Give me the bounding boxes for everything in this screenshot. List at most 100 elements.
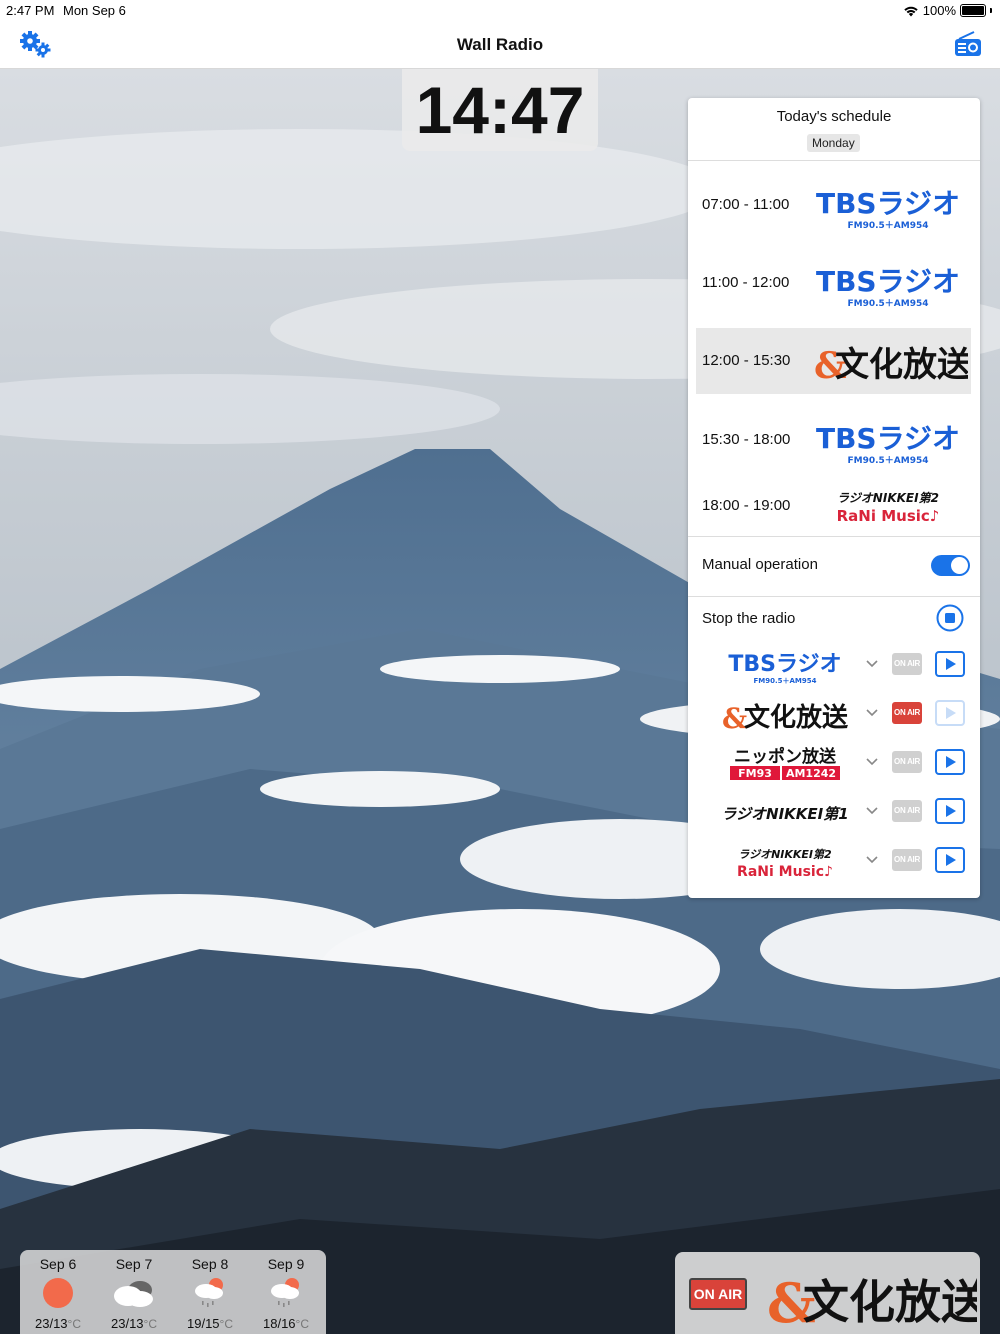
- schedule-slot-active[interactable]: 12:00 - 15:30 & 文化放送: [696, 328, 971, 394]
- on-air-indicator: ON AIR: [892, 800, 922, 822]
- divider: [688, 596, 980, 597]
- schedule-day-badge: Monday: [807, 134, 860, 152]
- toggle-knob: [951, 557, 968, 574]
- svg-text:RaNi Music♪: RaNi Music♪: [837, 507, 940, 525]
- stop-radio-label: Stop the radio: [702, 610, 796, 627]
- schedule-panel: Today's schedule Monday 07:00 - 11:00 TB…: [688, 98, 980, 898]
- tbs-radio-logo: TBSラジオ FM90.5＋AM954: [816, 187, 960, 231]
- weather-date: Sep 9: [267, 1256, 305, 1272]
- schedule-slot[interactable]: 15:30 - 18:00 TBSラジオ FM90.5＋AM954: [696, 407, 971, 473]
- weather-day: Sep 8 19/15°C: [172, 1250, 248, 1334]
- weather-forecast: Sep 6 23/13°C Sep 7 23/13°C Sep 8 19/15°…: [20, 1250, 326, 1334]
- weather-day: Sep 6 23/13°C: [20, 1250, 96, 1334]
- navigation-bar: Wall Radio: [0, 20, 1000, 69]
- station-row-nippon: ニッポン放送 FM93 AM1242 ON AIR: [688, 740, 980, 788]
- on-air-indicator: ON AIR: [892, 849, 922, 871]
- manual-operation-label: Manual operation: [702, 556, 818, 573]
- radio-nikkei-2-logo: ラジオNIKKEI第2 RaNi Music♪: [837, 491, 940, 525]
- wifi-icon: [904, 6, 918, 16]
- station-row-tbs: TBSラジオ FM90.5＋AM954 ON AIR: [688, 642, 980, 690]
- divider: [688, 536, 980, 537]
- svg-text:TBSラジオ: TBSラジオ: [816, 422, 960, 455]
- svg-text:FM90.5＋AM954: FM90.5＋AM954: [847, 220, 928, 231]
- svg-text:文化放送: 文化放送: [803, 1275, 977, 1329]
- chevron-down-icon[interactable]: [866, 756, 878, 766]
- svg-text:RaNi Music♪: RaNi Music♪: [737, 864, 833, 880]
- schedule-slot[interactable]: 07:00 - 11:00 TBSラジオ FM90.5＋AM954: [696, 172, 971, 238]
- svg-text:文化放送: 文化放送: [835, 345, 968, 385]
- svg-text:TBSラジオ: TBSラジオ: [816, 265, 960, 298]
- tbs-radio-logo: TBSラジオ FM90.5＋AM954: [816, 265, 960, 309]
- play-icon-disabled: [935, 700, 965, 726]
- chevron-down-icon[interactable]: [866, 707, 878, 717]
- svg-text:ラジオNIKKEI第2: ラジオNIKKEI第2: [738, 848, 832, 861]
- battery-percent: 100%: [922, 3, 956, 18]
- slot-time: 18:00 - 19:00: [702, 497, 791, 514]
- schedule-title: Today's schedule: [776, 108, 892, 125]
- now-playing-banner[interactable]: ON AIR & 文化放送: [675, 1252, 980, 1334]
- slot-time: 12:00 - 15:30: [702, 352, 791, 369]
- weather-day: Sep 9 18/16°C: [248, 1250, 324, 1334]
- station-row-nikkei-2: ラジオNIKKEI第2 RaNi Music♪ ON AIR: [688, 838, 980, 886]
- slot-time: 15:30 - 18:00: [702, 431, 791, 448]
- station-row-bunka: & 文化放送 ON AIR: [688, 691, 980, 739]
- weather-date: Sep 8: [191, 1256, 229, 1272]
- svg-text:ラジオNIKKEI第2: ラジオNIKKEI第2: [837, 491, 939, 505]
- status-time: 2:47 PM: [6, 3, 55, 18]
- chevron-down-icon[interactable]: [866, 854, 878, 864]
- weather-temp: 19/15°C: [186, 1316, 234, 1331]
- weather-temp: 18/16°C: [262, 1316, 310, 1331]
- on-air-indicator: ON AIR: [892, 751, 922, 773]
- svg-text:ラジオNIKKEI第1: ラジオNIKKEI第1: [721, 805, 848, 823]
- svg-text:FM90.5＋AM954: FM90.5＋AM954: [847, 298, 928, 309]
- weather-date: Sep 7: [115, 1256, 153, 1272]
- tbs-radio-logo: TBSラジオ FM90.5＋AM954: [816, 422, 960, 466]
- status-right: 100%: [903, 3, 992, 18]
- weather-temp: 23/13°C: [34, 1316, 82, 1331]
- battery-icon: [960, 4, 986, 17]
- slot-time: 07:00 - 11:00: [702, 196, 790, 213]
- slot-time: 11:00 - 12:00: [702, 274, 790, 291]
- bunka-housou-logo: & 文化放送: [722, 702, 848, 735]
- chevron-down-icon[interactable]: [866, 658, 878, 668]
- clock-display: 14:47: [402, 69, 598, 151]
- battery-nub: [990, 8, 992, 13]
- rain-sun-icon: [271, 1278, 299, 1307]
- schedule-header: Today's schedule Monday: [688, 98, 980, 161]
- bunka-housou-logo: & 文化放送: [767, 1271, 977, 1330]
- svg-text:文化放送: 文化放送: [744, 702, 848, 733]
- play-icon[interactable]: [935, 651, 965, 677]
- svg-text:AM1242: AM1242: [786, 767, 836, 780]
- schedule-slot[interactable]: 18:00 - 19:00 ラジオNIKKEI第2 RaNi Music♪: [696, 478, 971, 534]
- status-date: Mon Sep 6: [63, 3, 126, 18]
- status-bar: 2:47 PM Mon Sep 6 100%: [0, 0, 1000, 20]
- on-air-indicator: ON AIR: [892, 653, 922, 675]
- sun-icon: [43, 1278, 73, 1308]
- weather-temp: 23/13°C: [110, 1316, 158, 1331]
- svg-text:TBSラジオ: TBSラジオ: [816, 187, 960, 220]
- weather-day: Sep 7 23/13°C: [96, 1250, 172, 1334]
- manual-operation-toggle[interactable]: [931, 555, 970, 576]
- app-title: Wall Radio: [456, 35, 544, 54]
- on-air-badge: ON AIR: [689, 1278, 747, 1310]
- play-icon[interactable]: [935, 847, 965, 873]
- svg-text:TBSラジオ: TBSラジオ: [728, 652, 841, 677]
- radio-icon[interactable]: [954, 31, 982, 57]
- svg-text:FM90.5＋AM954: FM90.5＋AM954: [753, 677, 816, 685]
- play-icon[interactable]: [935, 798, 965, 824]
- nippon-housou-logo: ニッポン放送 FM93 AM1242: [730, 746, 840, 780]
- station-row-nikkei-1: ラジオNIKKEI第1 ON AIR: [688, 789, 980, 837]
- play-icon[interactable]: [935, 749, 965, 775]
- weather-date: Sep 6: [39, 1256, 77, 1272]
- on-air-indicator-active: ON AIR: [892, 702, 922, 724]
- radio-nikkei-1-logo: ラジオNIKKEI第1: [721, 805, 848, 823]
- radio-nikkei-2-logo: ラジオNIKKEI第2 RaNi Music♪: [737, 848, 833, 880]
- chevron-down-icon[interactable]: [866, 805, 878, 815]
- schedule-slot[interactable]: 11:00 - 12:00 TBSラジオ FM90.5＋AM954: [696, 250, 971, 316]
- tbs-radio-logo: TBSラジオ FM90.5＋AM954: [728, 652, 841, 685]
- stop-icon[interactable]: [936, 604, 964, 632]
- rain-sun-icon: [195, 1278, 223, 1307]
- svg-text:FM90.5＋AM954: FM90.5＋AM954: [847, 455, 928, 466]
- svg-text:FM93: FM93: [738, 767, 772, 780]
- bunka-housou-logo: & 文化放送: [814, 345, 968, 387]
